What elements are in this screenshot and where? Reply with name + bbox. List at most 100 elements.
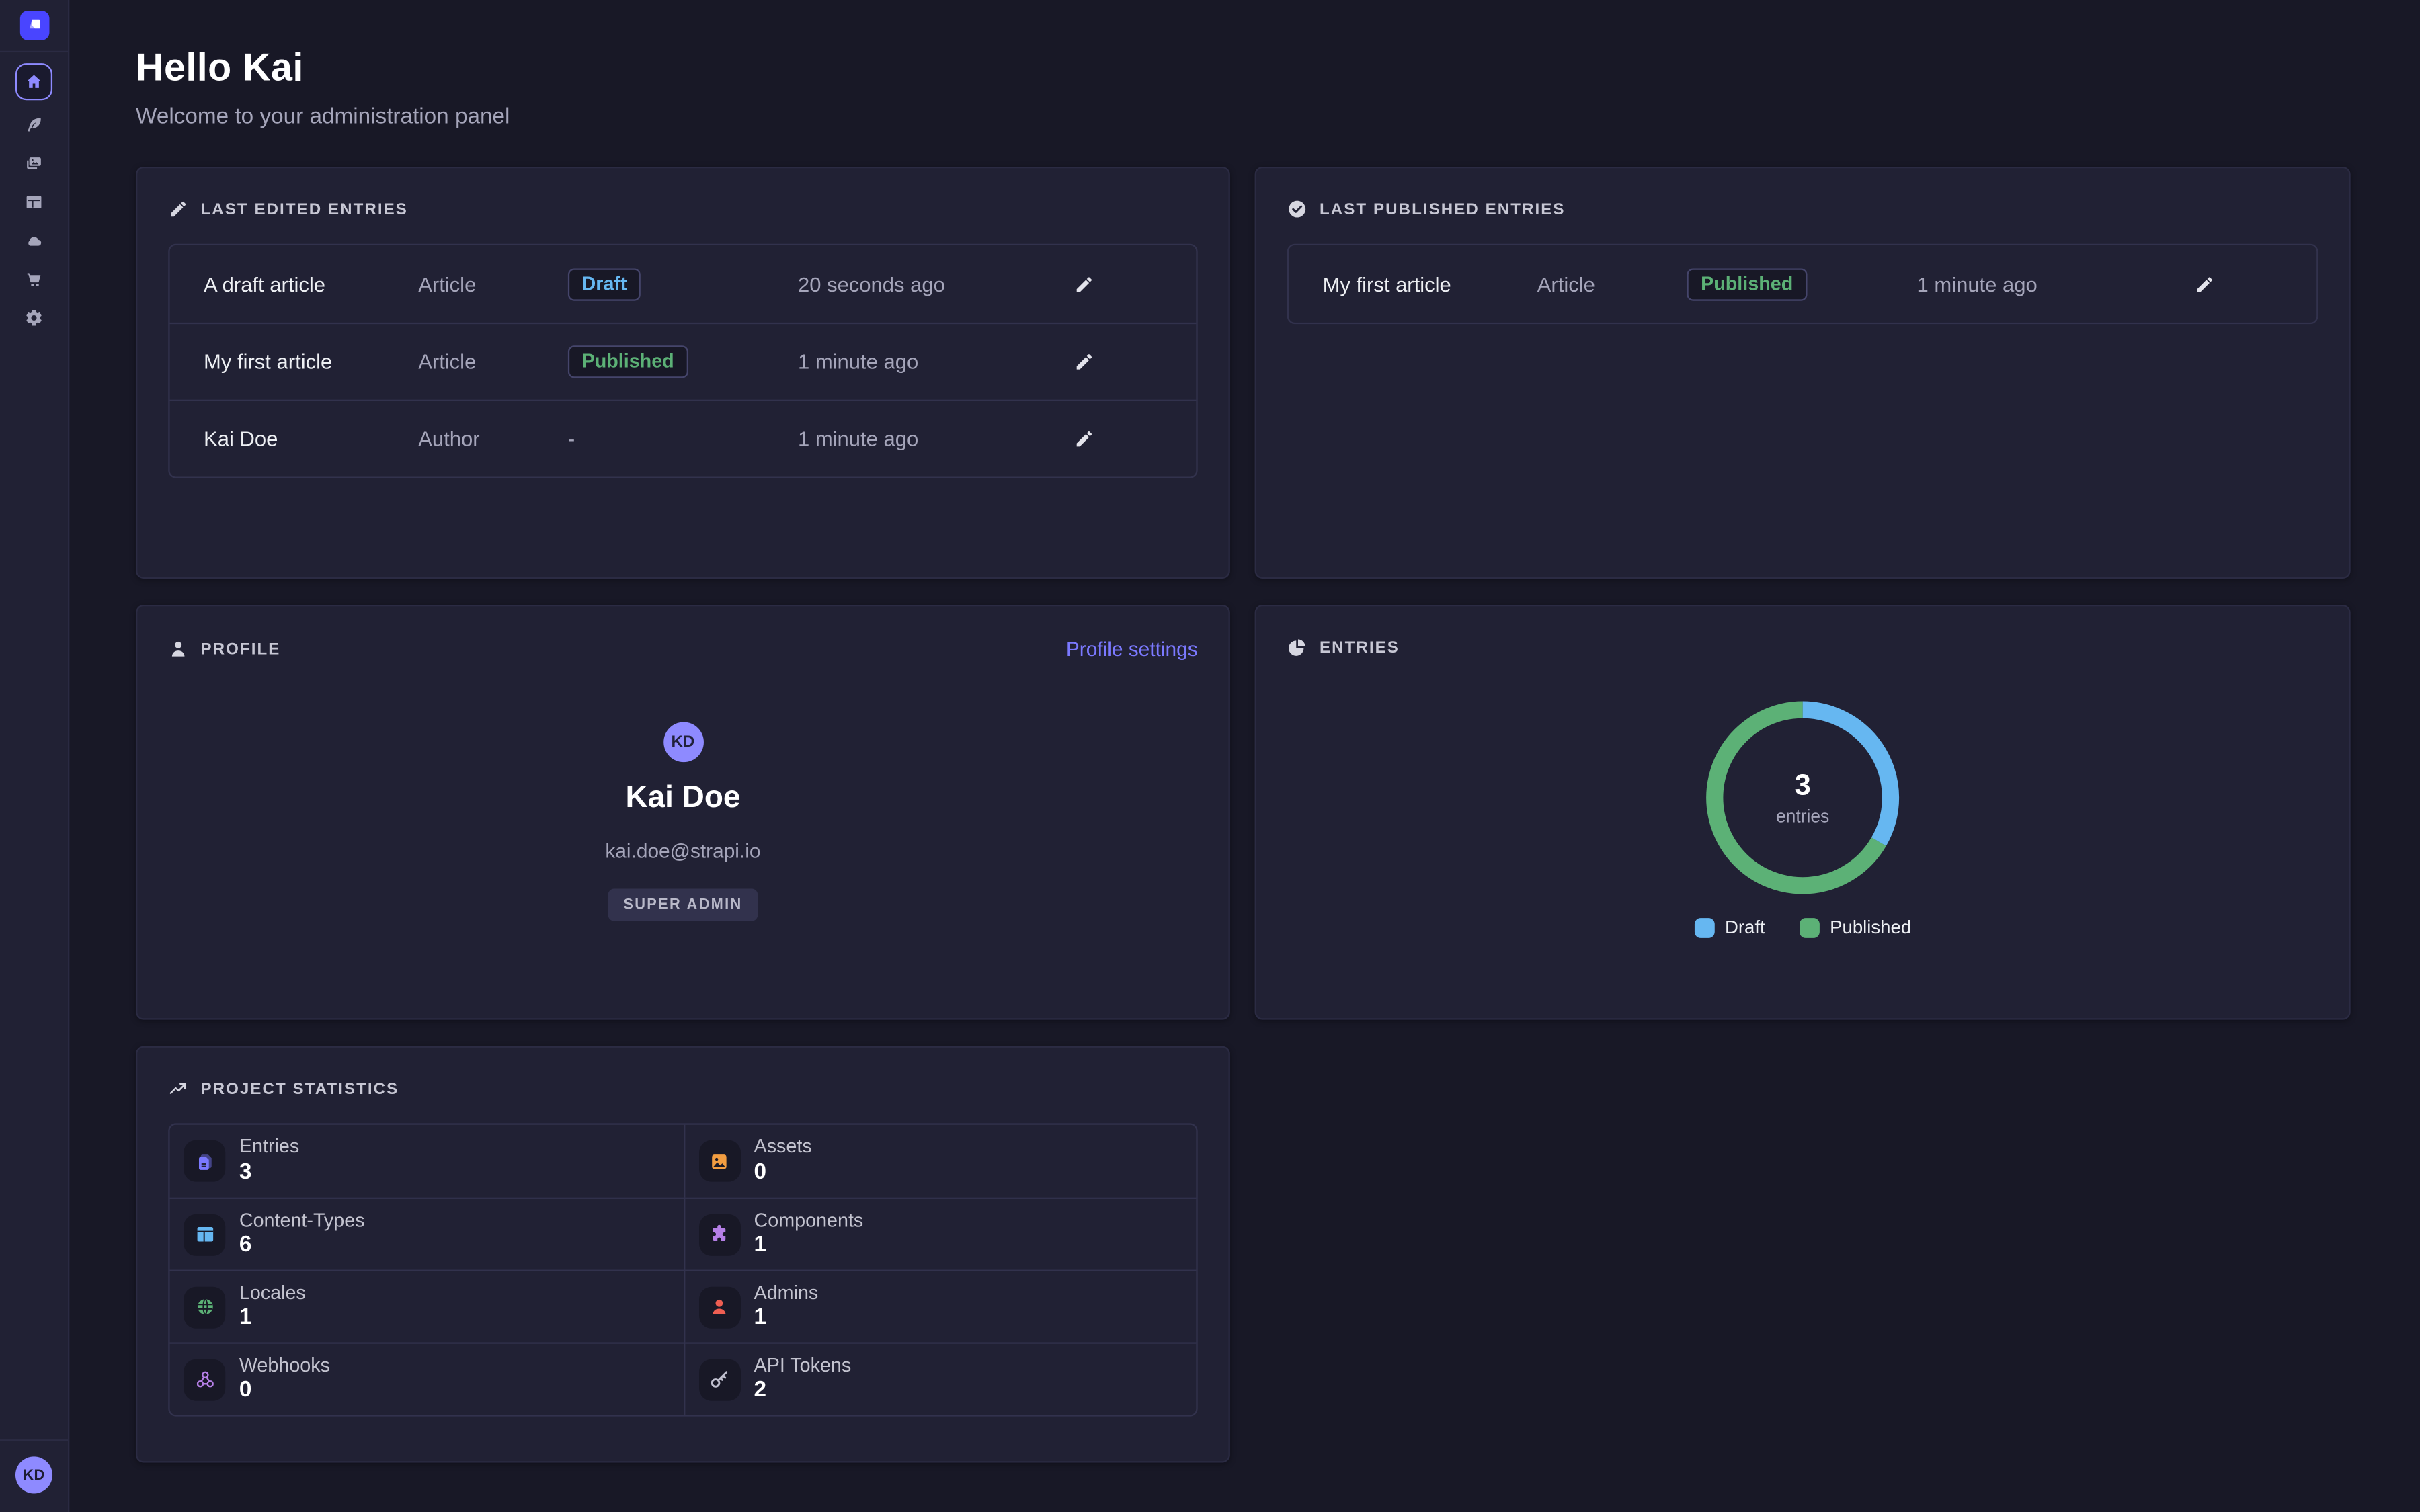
sidebar-nav [15,63,53,336]
layout-icon [184,1214,225,1255]
sidebar-item-media-library[interactable] [15,144,53,182]
trend-up-icon [168,1079,188,1099]
card-header: ENTRIES [1287,637,2318,657]
table-row[interactable]: My first article Article Published 1 min… [170,323,1197,400]
table-row[interactable]: Kai Doe Author - 1 minute ago [170,400,1197,477]
webhook-icon [184,1359,225,1400]
globe-icon [184,1286,225,1328]
donut-center: 3 entries [1705,700,1900,894]
sidebar-divider [0,51,68,52]
entry-name: Kai Doe [204,427,418,450]
stat-label: API Tokens [754,1354,852,1376]
stat-value: 0 [239,1376,330,1404]
stats-table: Entries 3 Assets 0 [168,1123,1197,1416]
sidebar-footer-divider [0,1439,68,1441]
pencil-icon [168,199,188,219]
layout-icon [25,192,44,211]
stat-content-types: Content-Types 6 [170,1198,683,1270]
stat-api-tokens: API Tokens 2 [683,1342,1196,1415]
user-avatar[interactable]: KD [15,1456,52,1493]
stat-components: Components 1 [683,1198,1196,1270]
images-icon [25,153,44,172]
cards-grid: LAST EDITED ENTRIES A draft article Arti… [136,167,2351,1463]
card-header: PROFILE Profile settings [168,637,1197,660]
donut-legend: Draft Published [1694,917,1911,938]
entry-updated: 1 minute ago [798,427,1074,450]
pencil-icon [1074,274,1094,294]
table-row[interactable]: A draft article Article Draft 20 seconds… [170,245,1197,323]
sidebar-item-content-manager[interactable] [15,105,53,143]
pencil-icon [1074,429,1094,449]
cloud-icon [25,230,44,249]
entry-updated: 1 minute ago [798,350,1074,373]
sidebar-item-settings[interactable] [15,298,53,336]
stat-value: 2 [754,1376,852,1404]
sidebar-footer: KD [0,1439,69,1512]
entry-updated: 1 minute ago [1917,272,2195,295]
sidebar: KD [0,0,69,1512]
user-icon [698,1286,740,1328]
profile-card: PROFILE Profile settings KD Kai Doe kai.… [136,605,1230,1020]
published-color-chip [1799,917,1819,937]
card-title: PROJECT STATISTICS [200,1079,399,1098]
home-icon [25,73,44,91]
entries-count-label: entries [1776,808,1829,827]
profile-avatar: KD [663,722,703,762]
card-header: LAST EDITED ENTRIES [168,199,1197,219]
profile-settings-link[interactable]: Profile settings [1066,637,1198,660]
entry-kind: Author [418,427,568,450]
entry-updated: 20 seconds ago [798,272,1074,295]
sidebar-item-deploy[interactable] [15,220,53,259]
stat-value: 1 [754,1304,819,1332]
table-row[interactable]: My first article Article Published 1 min… [1289,245,2316,323]
card-title: LAST PUBLISHED ENTRIES [1320,200,1566,218]
entries-donut-chart: 3 entries [1705,700,1900,894]
key-icon [698,1359,740,1400]
stat-label: Webhooks [239,1354,330,1376]
entries-count: 3 [1794,769,1810,804]
strapi-logo-icon[interactable] [19,11,49,40]
stat-label: Admins [754,1282,819,1304]
card-title: ENTRIES [1320,638,1400,657]
feather-icon [25,115,44,134]
entry-name: A draft article [204,272,418,295]
entry-kind: Article [418,350,568,373]
sidebar-item-marketplace[interactable] [15,259,53,298]
page-subtitle: Welcome to your administration panel [136,105,2351,130]
gear-icon [25,308,44,327]
profile-email: kai.doe@strapi.io [605,839,760,862]
edit-entry-button[interactable] [1074,351,1094,372]
role-badge: SUPER ADMIN [608,888,758,921]
stat-assets: Assets 0 [683,1125,1196,1198]
last-published-table: My first article Article Published 1 min… [1287,244,2318,324]
edit-entry-button[interactable] [1074,429,1094,449]
project-statistics-card: PROJECT STATISTICS Entries 3 [136,1046,1230,1463]
entries-donut-wrap: 3 entries Draft Published [1287,657,2318,938]
sidebar-item-content-type-builder[interactable] [15,182,53,220]
stat-label: Assets [754,1136,812,1158]
main-content: Hello Kai Welcome to your administration… [69,0,2420,1512]
pencil-icon [1074,351,1094,372]
entry-kind: Article [418,272,568,295]
entry-kind: Article [1537,272,1687,295]
entry-name: My first article [1323,272,1537,295]
card-title: LAST EDITED ENTRIES [200,200,407,218]
status-badge: Published [1687,267,1806,300]
stat-label: Locales [239,1282,306,1304]
legend-label: Published [1830,917,1911,938]
stat-label: Components [754,1209,864,1231]
person-icon [168,639,188,659]
stat-value: 1 [754,1231,864,1259]
stat-value: 3 [239,1158,299,1186]
sidebar-item-home[interactable] [15,63,52,100]
pie-chart-icon [1287,637,1307,657]
strapi-dashboard: KD Hello Kai Welcome to your administrat… [0,0,2420,1512]
edit-entry-button[interactable] [1074,274,1094,294]
card-title: PROFILE [200,640,280,659]
picture-icon [698,1140,740,1182]
card-header: PROJECT STATISTICS [168,1079,1197,1099]
edit-entry-button[interactable] [2195,274,2215,294]
profile-name: Kai Doe [625,781,740,816]
stat-webhooks: Webhooks 0 [170,1342,683,1415]
stat-locales: Locales 1 [170,1270,683,1343]
